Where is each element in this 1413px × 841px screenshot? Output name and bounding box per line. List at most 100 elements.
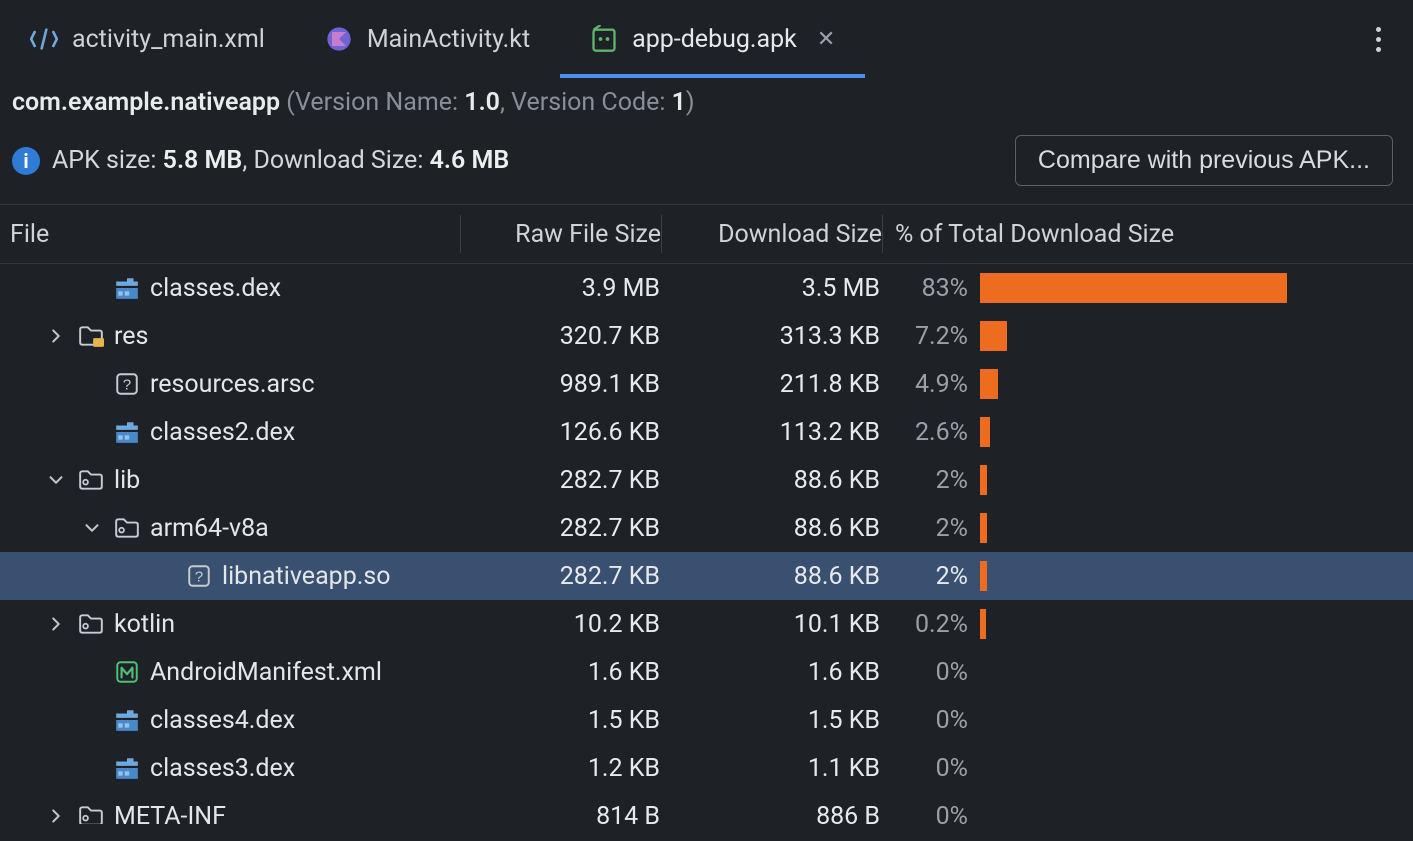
chevron-down-icon[interactable] [44,468,68,492]
download-size: 3.5 MB [660,274,880,303]
percent-value: 0% [880,754,980,783]
folder-icon [78,803,104,824]
percent-bar [980,321,1007,351]
table-row[interactable]: classes.dex3.9 MB3.5 MB83% [0,264,1413,312]
table-row[interactable]: resources.arsc989.1 KB211.8 KB4.9% [0,360,1413,408]
download-size-value: 4.6 MB [430,146,510,175]
download-size: 88.6 KB [660,514,880,543]
tab-activity-main[interactable]: activity_main.xml [0,0,295,78]
raw-size: 1.6 KB [460,658,660,687]
raw-size: 1.5 KB [460,706,660,735]
xml-icon [30,25,58,53]
dex-icon [114,755,140,781]
table-row[interactable]: META-INF814 B886 B0% [0,792,1413,824]
percent-bar-cell [980,321,1409,351]
percent-bar [980,369,998,399]
download-size: 886 B [660,802,880,825]
raw-size: 1.2 KB [460,754,660,783]
col-header-raw[interactable]: Raw File Size [461,220,661,249]
col-header-percent[interactable]: % of Total Download Size [883,220,1393,249]
raw-size: 10.2 KB [460,610,660,639]
percent-value: 2% [880,562,980,591]
percent-bar [980,465,987,495]
percent-bar-cell [980,513,1409,543]
percent-bar [980,561,987,591]
col-header-file[interactable]: File [0,220,460,249]
apk-size-value: 5.8 MB [163,146,243,175]
download-size: 113.2 KB [660,418,880,447]
version-code-label: Version Code: [511,88,665,117]
info-icon: i [12,147,40,175]
apk-icon [590,25,618,53]
tab-label: MainActivity.kt [367,25,530,54]
chevron-right-icon[interactable] [44,804,68,824]
chevron-down-icon[interactable] [80,516,104,540]
tab-label: app-debug.apk [632,25,797,54]
percent-value: 2% [880,514,980,543]
dex-icon [114,275,140,301]
percent-value: 4.9% [880,370,980,399]
tab-app-debug-apk[interactable]: app-debug.apk ✕ [560,0,865,78]
file-name: res [114,322,148,351]
percent-bar [980,513,987,543]
download-size: 211.8 KB [660,370,880,399]
kotlin-icon [325,25,353,53]
download-size: 88.6 KB [660,562,880,591]
col-header-download[interactable]: Download Size [662,220,882,249]
resdir-icon [78,323,104,349]
raw-size: 3.9 MB [460,274,660,303]
file-name: resources.arsc [150,370,315,399]
tab-bar: activity_main.xml MainActivity.kt app-de… [0,0,1413,78]
file-name: lib [114,466,140,495]
raw-size: 320.7 KB [460,322,660,351]
table-header: File Raw File Size Download Size % of To… [0,204,1413,264]
package-header: com.example.nativeapp (Version Name: 1.0… [0,78,1413,121]
table-row[interactable]: res320.7 KB313.3 KB7.2% [0,312,1413,360]
dex-icon [114,707,140,733]
percent-bar-cell [980,705,1409,735]
tab-label: activity_main.xml [72,25,265,54]
percent-bar-cell [980,273,1409,303]
table-row[interactable]: AndroidManifest.xml1.6 KB1.6 KB0% [0,648,1413,696]
download-size: 1.6 KB [660,658,880,687]
tab-main-activity[interactable]: MainActivity.kt [295,0,560,78]
table-row[interactable]: classes4.dex1.5 KB1.5 KB0% [0,696,1413,744]
percent-bar [980,273,1287,303]
percent-value: 0% [880,706,980,735]
chevron-right-icon[interactable] [44,324,68,348]
download-size: 10.1 KB [660,610,880,639]
percent-bar-cell [980,465,1409,495]
file-name: arm64-v8a [150,514,269,543]
table-row[interactable]: lib282.7 KB88.6 KB2% [0,456,1413,504]
percent-value: 2% [880,466,980,495]
table-row[interactable]: arm64-v8a282.7 KB88.6 KB2% [0,504,1413,552]
table-row[interactable]: classes2.dex126.6 KB113.2 KB2.6% [0,408,1413,456]
percent-value: 0% [880,802,980,825]
file-table[interactable]: classes.dex3.9 MB3.5 MB83%res320.7 KB313… [0,264,1413,824]
version-code: 1 [672,88,686,117]
close-icon[interactable]: ✕ [817,27,835,52]
unknown-icon [186,563,212,589]
table-row[interactable]: classes3.dex1.2 KB1.1 KB0% [0,744,1413,792]
folder-icon [78,611,104,637]
more-menu-button[interactable] [1353,14,1403,64]
percent-value: 0% [880,658,980,687]
raw-size: 282.7 KB [460,562,660,591]
file-name: libnativeapp.so [222,562,391,591]
size-info-row: i APK size: 5.8 MB, Download Size: 4.6 M… [0,121,1413,204]
percent-bar-cell [980,657,1409,687]
percent-bar-cell [980,369,1409,399]
compare-apk-button[interactable]: Compare with previous APK... [1015,135,1393,186]
dex-icon [114,419,140,445]
table-row[interactable]: kotlin10.2 KB10.1 KB0.2% [0,600,1413,648]
folder-icon [114,515,140,541]
download-size: 1.5 KB [660,706,880,735]
chevron-right-icon[interactable] [44,612,68,636]
package-name: com.example.nativeapp [12,88,280,117]
file-name: classes3.dex [150,754,295,783]
table-row[interactable]: libnativeapp.so 282.7 KB88.6 KB2% [0,552,1413,600]
percent-value: 83% [880,274,980,303]
percent-value: 7.2% [880,322,980,351]
percent-bar-cell [980,417,1409,447]
version-name: 1.0 [464,88,500,117]
